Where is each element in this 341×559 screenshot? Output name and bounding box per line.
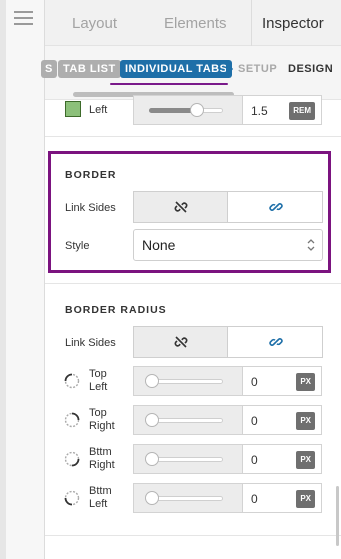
color-swatch[interactable]: [65, 101, 81, 117]
corner-label-line1: Top: [89, 407, 107, 419]
hamburger-icon[interactable]: [14, 11, 33, 25]
left-unit-button[interactable]: REM: [289, 102, 315, 120]
corner-value-field[interactable]: 0 PX: [242, 405, 322, 435]
left-rail: [0, 0, 45, 559]
highlight-box: [48, 151, 331, 273]
corner-slider[interactable]: [133, 483, 243, 513]
left-value-field[interactable]: 1.5 REM: [242, 95, 322, 125]
corner-label-line1: Bttm: [89, 485, 112, 497]
radius-link-sides-label: Link Sides: [65, 337, 116, 349]
tab-divider: [251, 0, 252, 46]
corner-top-left-icon: [64, 373, 80, 389]
left-slider[interactable]: [133, 95, 243, 125]
corner-value-field[interactable]: 0 PX: [242, 483, 322, 513]
breadcrumb-cut-item[interactable]: S: [41, 60, 57, 78]
section-divider: [45, 136, 341, 137]
corner-label-line1: Bttm: [89, 446, 112, 458]
corner-value: 0: [251, 453, 258, 467]
corner-label-line2: Right: [89, 459, 115, 471]
corner-top-right-icon: [64, 412, 80, 428]
slider-knob[interactable]: [145, 374, 159, 388]
corner-value: 0: [251, 414, 258, 428]
corner-value-field[interactable]: 0 PX: [242, 444, 322, 474]
section-divider: [45, 283, 341, 284]
corner-unit-button[interactable]: PX: [296, 451, 315, 469]
corner-label-line2: Left: [89, 381, 108, 393]
breadcrumb-arrow: [226, 60, 233, 78]
corner-bottom-right-icon: [64, 451, 80, 467]
slider-knob[interactable]: [190, 103, 204, 117]
tab-elements[interactable]: Elements: [164, 15, 227, 32]
left-label: Left: [89, 104, 108, 116]
tab-inspector[interactable]: Inspector: [262, 15, 324, 32]
corner-unit-button[interactable]: PX: [296, 490, 315, 508]
corner-unit-button[interactable]: PX: [296, 373, 315, 391]
breadcrumb-tab-list[interactable]: TAB LIST: [58, 60, 121, 78]
breadcrumb: S TAB LIST INDIVIDUAL TABS SETUP DESIGN: [41, 46, 341, 100]
vertical-scrollbar[interactable]: [336, 486, 339, 546]
radius-link-sides-toggle: [133, 326, 323, 358]
slider-knob[interactable]: [145, 413, 159, 427]
slider-track: [149, 418, 223, 423]
corner-unit-button[interactable]: PX: [296, 412, 315, 430]
corner-value-field[interactable]: 0 PX: [242, 366, 322, 396]
link-broken-icon: [174, 336, 187, 348]
breadcrumb-design[interactable]: DESIGN: [288, 63, 333, 75]
corner-bottom-left-icon: [64, 490, 80, 506]
corner-value: 0: [251, 375, 258, 389]
unlink-corners-button[interactable]: [134, 327, 228, 357]
corner-slider[interactable]: [133, 444, 243, 474]
breadcrumb-setup[interactable]: SETUP: [238, 63, 277, 75]
tab-layout[interactable]: Layout: [72, 15, 117, 32]
section-divider: [45, 535, 341, 536]
left-value: 1.5: [251, 104, 268, 118]
slider-track: [149, 457, 223, 462]
link-icon: [269, 338, 283, 346]
corner-label-line1: Top: [89, 368, 107, 380]
top-nav: Layout Elements Inspector: [45, 0, 341, 46]
corner-slider[interactable]: [133, 405, 243, 435]
active-underline: [110, 83, 228, 85]
slider-track: [149, 379, 223, 384]
slider-knob[interactable]: [145, 452, 159, 466]
corner-label-line2: Left: [89, 498, 108, 510]
rail-strip: [0, 0, 6, 559]
corner-value: 0: [251, 492, 258, 506]
slider-track: [149, 496, 223, 501]
corner-slider[interactable]: [133, 366, 243, 396]
slider-knob[interactable]: [145, 491, 159, 505]
border-radius-section-title: BORDER RADIUS: [65, 304, 167, 316]
breadcrumb-individual-tabs[interactable]: INDIVIDUAL TABS: [120, 60, 233, 78]
corner-label-line2: Right: [89, 420, 115, 432]
link-corners-button[interactable]: [229, 327, 323, 357]
